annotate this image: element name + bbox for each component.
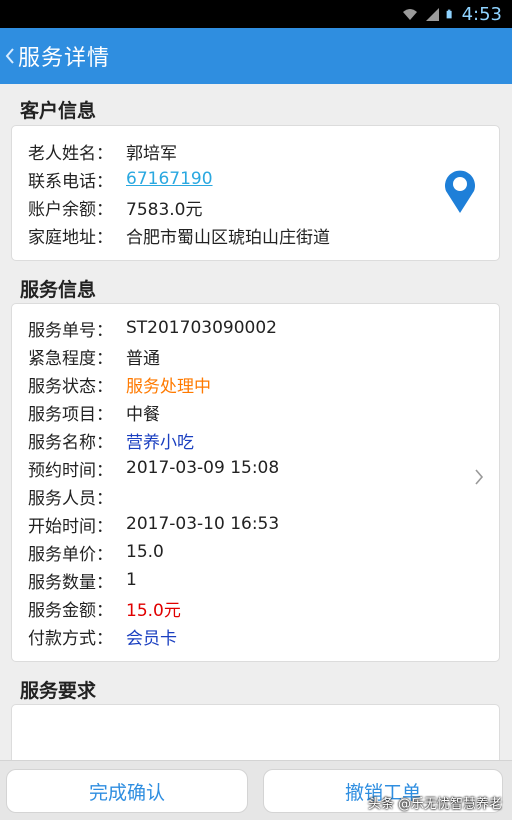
service-row: 服务状态： 服务处理中 [28,370,211,398]
start-time-value: 2017-03-10 16:53 [126,514,280,534]
row-label: 服务数量： [28,572,113,593]
app-bar: 服务详情 [0,28,512,84]
row-label: 服务状态： [28,376,113,397]
appointment-time-value: 2017-03-09 15:08 [126,458,280,478]
status-value: 服务处理中 [126,376,211,397]
watermark: 头条 @乐无忧智慧养老 [367,797,502,812]
wifi-icon [402,9,417,20]
service-info-card[interactable]: 服务单号： ST201703090002 紧急程度： 普通 服务状态： 服务处理… [11,303,500,662]
row-label: 预约时间： [28,460,113,481]
customer-row-phone: 联系电话： 67167190 [28,165,213,193]
row-label: 联系电话： [28,171,113,192]
order-number-value: ST201703090002 [126,318,277,338]
complete-confirm-button[interactable]: 完成确认 [6,769,248,813]
customer-section-title: 客户信息 [20,100,97,122]
row-label: 老人姓名： [28,143,113,164]
urgency-value: 普通 [126,348,160,369]
address-value: 合肥市蜀山区琥珀山庄街道 [126,227,330,248]
row-label: 服务金额： [28,600,113,621]
customer-row-address: 家庭地址： 合肥市蜀山区琥珀山庄街道 [28,221,330,249]
page-title: 服务详情 [18,46,111,71]
status-bar: 4:53 [0,0,512,28]
elder-name-value: 郭培军 [126,143,177,164]
customer-row-name: 老人姓名： 郭培军 [28,137,177,165]
row-label: 服务单号： [28,320,113,341]
battery-icon [446,9,452,19]
requirement-text [12,705,499,725]
row-label: 服务名称： [28,432,113,453]
chevron-right-icon[interactable] [473,466,485,488]
content-scroll-area[interactable]: 客户信息 老人姓名： 郭培军 联系电话： 67167190 账户余额： 7583… [0,84,512,760]
balance-value: 7583.0元 [126,199,203,220]
service-section-title: 服务信息 [20,279,97,301]
row-label: 付款方式： [28,628,113,649]
service-row: 服务名称： 营养小吃 [28,426,194,454]
phone-link[interactable]: 67167190 [126,169,213,189]
service-name-value: 营养小吃 [126,432,194,453]
row-label: 开始时间： [28,516,113,537]
requirement-text-area[interactable] [11,704,500,760]
amount-value: 15.0元 [126,600,181,621]
row-label: 服务人员： [28,488,113,509]
service-row: 服务金额： 15.0元 [28,594,181,622]
back-button[interactable]: 服务详情 [4,28,122,84]
service-row: 预约时间： 2017-03-09 15:08 [28,454,279,482]
service-row: 服务单价： 15.0 [28,538,164,566]
customer-row-balance: 账户余额： 7583.0元 [28,193,202,221]
row-label: 紧急程度： [28,348,113,369]
payment-method-value: 会员卡 [126,628,177,649]
signal-icon [425,8,439,21]
unit-price-value: 15.0 [126,542,164,562]
row-label: 账户余额： [28,199,113,220]
map-pin-icon[interactable] [443,166,477,214]
row-label: 家庭地址： [28,227,113,248]
service-item-value: 中餐 [126,404,160,425]
service-row: 付款方式： 会员卡 [28,622,177,650]
service-row: 服务单号： ST201703090002 [28,314,277,342]
service-row: 服务数量： 1 [28,566,137,594]
row-label: 服务单价： [28,544,113,565]
status-time: 4:53 [461,3,502,25]
service-row: 开始时间： 2017-03-10 16:53 [28,510,279,538]
quantity-value: 1 [126,570,137,590]
service-row: 服务项目： 中餐 [28,398,160,426]
customer-info-card: 老人姓名： 郭培军 联系电话： 67167190 账户余额： 7583.0元 家… [11,125,500,261]
service-row: 紧急程度： 普通 [28,342,160,370]
requirement-section-title: 服务要求 [20,680,97,702]
row-label: 服务项目： [28,404,113,425]
service-row: 服务人员： [28,482,126,510]
back-chevron-icon [5,48,14,64]
